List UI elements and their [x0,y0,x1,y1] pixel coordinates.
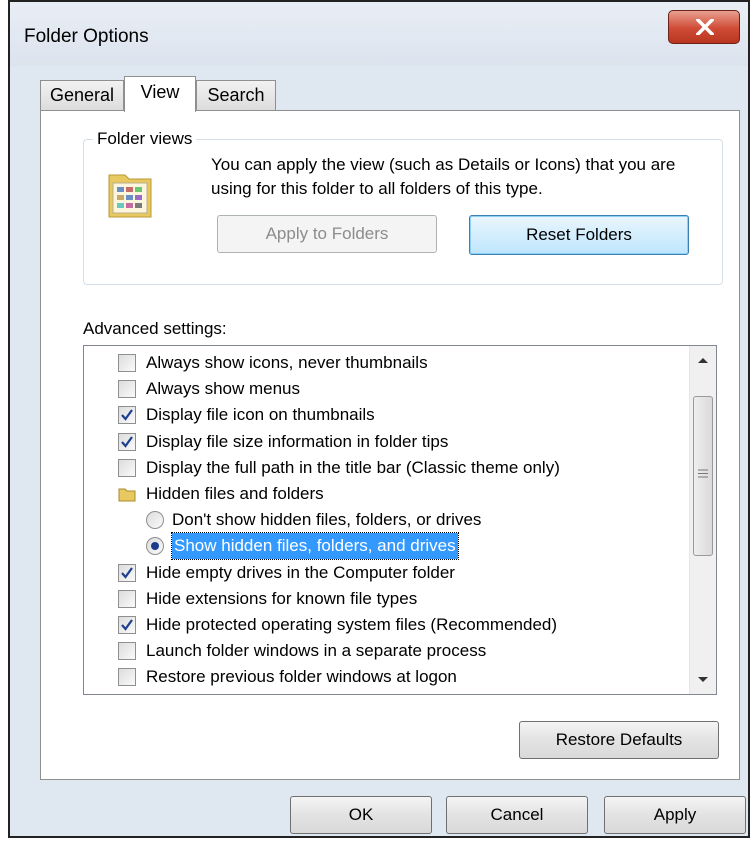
setting-label: Display file size information in folder … [146,431,449,451]
close-x-icon [696,19,714,35]
grip-icon [698,469,708,478]
setting-label: Hidden files and folders [146,484,324,503]
tab-view-label: View [140,82,180,102]
title-bar[interactable]: Folder Options [10,2,748,66]
checkbox[interactable] [118,563,136,582]
setting-label: Don't show hidden files, folders, or dri… [172,510,482,530]
setting-label: Display the full path in the title bar (… [146,457,560,477]
checkbox[interactable] [118,380,136,399]
folder-view-icon [108,174,152,218]
advanced-settings-list[interactable]: Always show icons, never thumbnails Alway… [83,345,717,695]
setting-label: Hide extensions for known file types [146,588,418,608]
scroll-down-arrow-icon[interactable] [697,676,709,684]
tab-search-label: Search [207,85,265,105]
close-button[interactable] [668,10,740,44]
apply-to-folders-button[interactable]: Apply to Folders [217,215,437,253]
setting-label: Display file icon on thumbnails [146,405,375,425]
apply-button[interactable]: Apply [604,796,746,834]
checkbox[interactable] [118,668,136,687]
setting-label: Always show menus [146,379,301,399]
scrollbar-thumb[interactable] [693,396,713,556]
tab-view[interactable]: View [124,76,196,112]
checkbox[interactable] [118,616,136,634]
view-tab-panel: Folder views You can apply the view (suc… [40,110,740,780]
setting-label: Hide protected operating system files (R… [146,615,558,634]
vertical-scrollbar[interactable] [689,346,716,694]
folder-icon [118,488,136,502]
checkmark-icon [121,619,133,631]
checkmark-icon [121,435,133,448]
folder-views-description: You can apply the view (such as Details … [211,155,676,198]
setting-label: Hide empty drives in the Computer folder [146,562,455,582]
radio-button[interactable] [146,537,164,556]
checkbox[interactable] [118,406,136,425]
scroll-up-arrow-icon[interactable] [697,356,709,364]
advanced-settings-label: Advanced settings: [83,319,227,338]
tab-general-label: General [49,85,115,105]
checkbox[interactable] [118,642,136,661]
tab-general[interactable]: General [40,80,124,110]
cancel-button[interactable]: Cancel [446,796,588,834]
folder-options-dialog: Folder Options General View Search Folde… [8,0,750,838]
setting-label: Restore previous folder windows at logon [146,667,457,687]
checkbox[interactable] [118,354,136,372]
window-title: Folder Options [24,26,149,47]
checkbox[interactable] [118,458,136,477]
folder-views-label: Folder views [93,129,197,149]
checkbox[interactable] [118,432,136,451]
radio-button[interactable] [146,511,164,530]
checkmark-icon [121,409,133,422]
ok-button[interactable]: OK [290,796,432,834]
radio-selected-dot [151,542,159,551]
restore-defaults-button[interactable]: Restore Defaults [519,721,719,759]
setting-label: Always show icons, never thumbnails [146,353,428,372]
checkmark-icon [121,566,133,579]
setting-label: Launch folder windows in a separate proc… [146,641,487,661]
checkbox[interactable] [118,589,136,608]
tab-search[interactable]: Search [196,80,276,110]
reset-folders-button[interactable]: Reset Folders [469,215,689,255]
setting-label: Show hidden files, folders, and drives [171,532,459,561]
